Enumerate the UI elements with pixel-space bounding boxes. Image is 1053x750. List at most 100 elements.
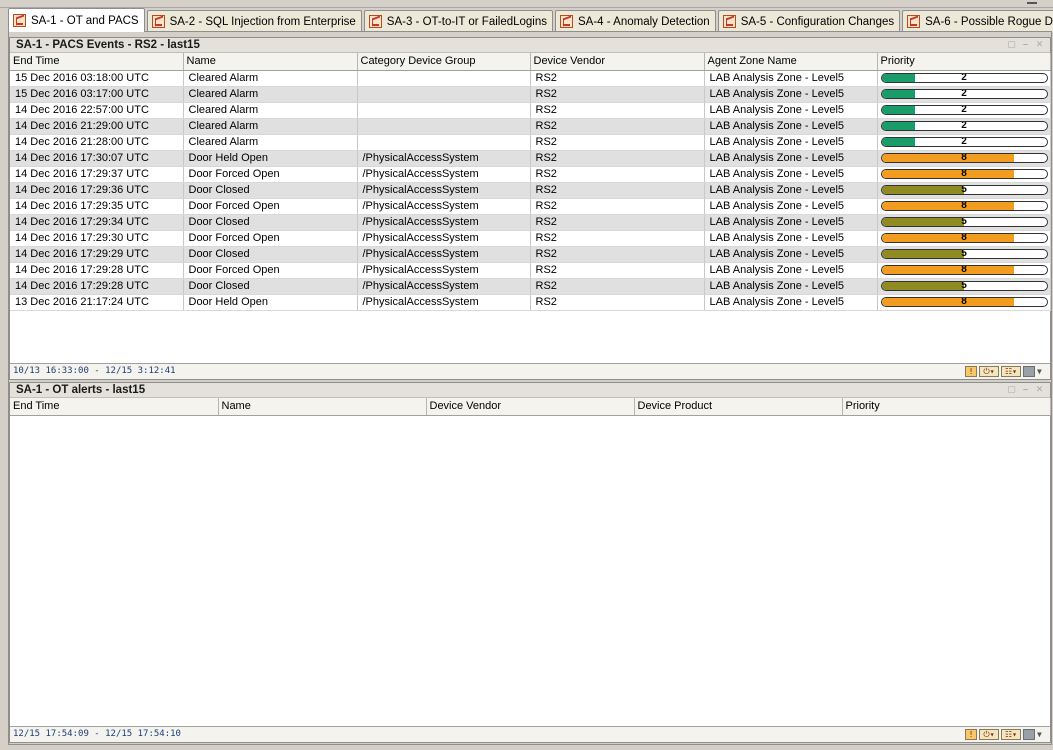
restore-icon[interactable]: ▢ xyxy=(1007,39,1016,50)
close-icon[interactable]: ✕ xyxy=(1035,39,1044,50)
column-header-device-vendor[interactable]: Device Vendor xyxy=(426,398,635,416)
cell-vendor: RS2 xyxy=(530,294,705,311)
chevron-down-icon[interactable]: ▼ xyxy=(1037,729,1047,740)
priority-bar: 8 xyxy=(880,265,1048,275)
priority-value: 2 xyxy=(961,121,967,131)
table-row[interactable]: 14 Dec 2016 22:57:00 UTC Cleared Alarm RS2… xyxy=(10,102,1051,119)
priority-bar: 2 xyxy=(880,137,1048,147)
dashboard-icon xyxy=(560,15,574,28)
priority-value: 2 xyxy=(961,73,967,83)
minimize-icon[interactable]: – xyxy=(1021,39,1030,50)
tab-sa-4[interactable]: SA-4 - Anomaly Detection xyxy=(555,10,716,32)
dashboard-icon xyxy=(13,14,26,27)
restore-icon[interactable]: ▢ xyxy=(1007,384,1016,395)
cell-end-time: 14 Dec 2016 17:29:35 UTC xyxy=(10,198,184,215)
table-row[interactable]: 13 Dec 2016 21:17:24 UTC Door Held Open/P… xyxy=(10,294,1051,311)
priority-bar: 8 xyxy=(880,153,1048,163)
priority-bar: 5 xyxy=(880,281,1048,291)
settings-box-icon[interactable] xyxy=(1023,729,1035,740)
cell-vendor: RS2 xyxy=(530,166,705,183)
top-strip xyxy=(0,0,1053,8)
table-row[interactable]: 14 Dec 2016 17:29:35 UTC Door Forced Open… xyxy=(10,198,1051,215)
column-header-agent-zone-name[interactable]: Agent Zone Name xyxy=(704,53,878,71)
table-row[interactable]: 14 Dec 2016 17:29:28 UTC Door Forced Open… xyxy=(10,262,1051,279)
priority-bar: 2 xyxy=(880,105,1048,115)
column-header-priority[interactable]: Priority xyxy=(842,398,1051,416)
priority-value: 2 xyxy=(961,137,967,147)
table-row[interactable]: 14 Dec 2016 17:29:28 UTC Door Closed/Phys… xyxy=(10,278,1051,295)
cell-vendor: RS2 xyxy=(530,262,705,279)
alert-icon[interactable]: ! xyxy=(965,366,977,377)
tab-bar: SA-1 - OT and PACS SA-2 - SQL Injection f… xyxy=(8,8,1053,32)
cell-end-time: 14 Dec 2016 17:29:29 UTC xyxy=(10,246,184,263)
tab-label: SA-4 - Anomaly Detection xyxy=(578,15,710,28)
column-header-category-device-group[interactable]: Category Device Group xyxy=(357,53,531,71)
table-row[interactable]: 14 Dec 2016 17:29:34 UTC Door Closed/Phys… xyxy=(10,214,1051,231)
alert-icon[interactable]: ! xyxy=(965,729,977,740)
power-dropdown-icon[interactable]: ⏻▾ xyxy=(979,729,999,740)
table-row[interactable]: 14 Dec 2016 17:30:07 UTC Door Held Open/P… xyxy=(10,150,1051,167)
power-dropdown-icon[interactable]: ⏻▾ xyxy=(979,366,999,377)
maximize-icon[interactable] xyxy=(1027,0,1037,4)
dashboard-icon xyxy=(151,15,165,28)
cell-vendor: RS2 xyxy=(530,278,705,295)
priority-bar: 5 xyxy=(880,249,1048,259)
tab-sa-3[interactable]: SA-3 - OT-to-IT or FailedLogins xyxy=(363,10,554,32)
cell-name: Door Closed xyxy=(183,214,358,231)
tab-sa-2[interactable]: SA-2 - SQL Injection from Enterprise xyxy=(146,10,362,32)
cell-category: /PhysicalAccessSystem xyxy=(357,230,531,247)
cell-category: /PhysicalAccessSystem xyxy=(357,278,531,295)
cell-zone: LAB Analysis Zone - Level5 xyxy=(704,134,878,151)
chevron-down-icon[interactable]: ▼ xyxy=(1037,366,1047,377)
priority-value: 8 xyxy=(961,201,967,211)
cell-category: /PhysicalAccessSystem xyxy=(357,246,531,263)
ot-status-bar: 12/15 17:54:09 - 12/15 17:54:10 ! ⏻▾ ☷▾ … xyxy=(10,726,1050,742)
table-row[interactable]: 14 Dec 2016 21:28:00 UTC Cleared Alarm RS2… xyxy=(10,134,1051,151)
column-header-priority[interactable]: Priority xyxy=(877,53,1051,71)
column-header-end-time[interactable]: End Time xyxy=(10,398,219,416)
panel-title: SA-1 - OT alerts - last15 ▢ – ✕ xyxy=(10,383,1050,398)
cell-priority: 2 xyxy=(877,86,1051,103)
grid-dropdown-icon[interactable]: ☷▾ xyxy=(1001,729,1021,740)
table-row[interactable]: 14 Dec 2016 21:29:00 UTC Cleared Alarm RS2… xyxy=(10,118,1051,135)
cell-category xyxy=(357,134,531,151)
tab-sa-1[interactable]: SA-1 - OT and PACS xyxy=(8,8,145,32)
column-header-device-product[interactable]: Device Product xyxy=(634,398,843,416)
cell-category: /PhysicalAccessSystem xyxy=(357,166,531,183)
grid-dropdown-icon[interactable]: ☷▾ xyxy=(1001,366,1021,377)
cell-end-time: 14 Dec 2016 17:29:34 UTC xyxy=(10,214,184,231)
table-row[interactable]: 14 Dec 2016 17:29:29 UTC Door Closed/Phys… xyxy=(10,246,1051,263)
cell-priority: 5 xyxy=(877,246,1051,263)
cell-end-time: 13 Dec 2016 21:17:24 UTC xyxy=(10,294,184,311)
tab-sa-6[interactable]: SA-6 - Possible Rogue Device xyxy=(902,10,1053,32)
tab-sa-5[interactable]: SA-5 - Configuration Changes xyxy=(717,10,901,32)
column-header-name[interactable]: Name xyxy=(183,53,358,71)
priority-value: 8 xyxy=(961,169,967,179)
cell-priority: 2 xyxy=(877,118,1051,135)
cell-name: Door Held Open xyxy=(183,150,358,167)
cell-end-time: 14 Dec 2016 21:28:00 UTC xyxy=(10,134,184,151)
column-header-end-time[interactable]: End Time xyxy=(10,53,184,71)
cell-category: /PhysicalAccessSystem xyxy=(357,182,531,199)
cell-category: /PhysicalAccessSystem xyxy=(357,150,531,167)
cell-priority: 2 xyxy=(877,134,1051,151)
close-icon[interactable]: ✕ xyxy=(1035,384,1044,395)
pacs-events-panel: SA-1 - PACS Events - RS2 - last15 ▢ – ✕ … xyxy=(9,37,1051,380)
cell-zone: LAB Analysis Zone - Level5 xyxy=(704,278,878,295)
table-row[interactable]: 14 Dec 2016 17:29:36 UTC Door Closed/Phys… xyxy=(10,182,1051,199)
cell-vendor: RS2 xyxy=(530,70,705,87)
table-row[interactable]: 15 Dec 2016 03:18:00 UTC Cleared Alarm RS2… xyxy=(10,70,1051,87)
table-row[interactable]: 14 Dec 2016 17:29:30 UTC Door Forced Open… xyxy=(10,230,1051,247)
column-header-name[interactable]: Name xyxy=(218,398,427,416)
cell-end-time: 14 Dec 2016 22:57:00 UTC xyxy=(10,102,184,119)
cell-zone: LAB Analysis Zone - Level5 xyxy=(704,230,878,247)
column-header-device-vendor[interactable]: Device Vendor xyxy=(530,53,705,71)
cell-vendor: RS2 xyxy=(530,118,705,135)
table-row[interactable]: 15 Dec 2016 03:17:00 UTC Cleared Alarm RS2… xyxy=(10,86,1051,103)
minimize-icon[interactable]: – xyxy=(1021,384,1030,395)
cell-name: Door Closed xyxy=(183,182,358,199)
cell-category xyxy=(357,118,531,135)
table-row[interactable]: 14 Dec 2016 17:29:37 UTC Door Forced Open… xyxy=(10,166,1051,183)
settings-box-icon[interactable] xyxy=(1023,366,1035,377)
cell-category xyxy=(357,102,531,119)
